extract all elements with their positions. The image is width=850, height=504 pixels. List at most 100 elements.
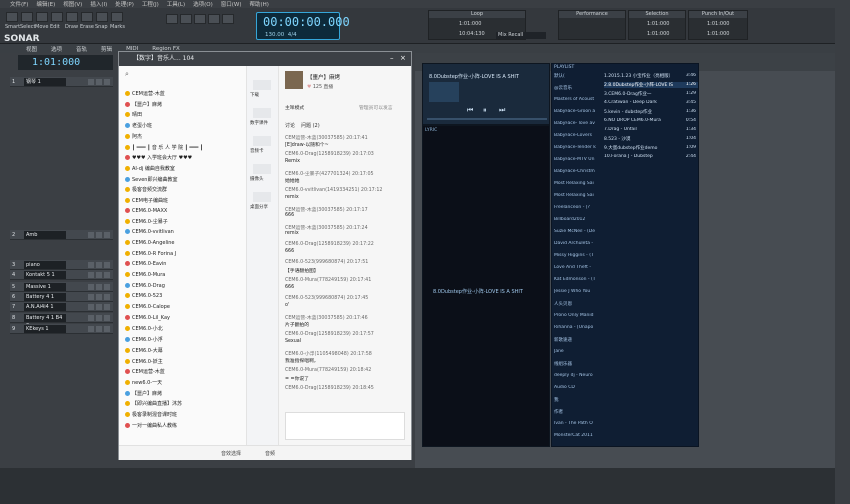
member-item[interactable]: CEM6.0-523 [125,293,162,299]
playlist-group[interactable]: Jane [554,349,600,354]
search-icon[interactable]: ⌕ [125,70,129,79]
menu-item[interactable]: 插入(I) [90,0,107,8]
playlist-track[interactable]: 5.kevin - dubstep作业 1:36 [604,109,698,115]
selection-start[interactable]: 1:01:000 [647,21,669,27]
member-item[interactable]: 极客录制混音课时班 [125,411,177,418]
side-tool-label[interactable]: 数字课件 [250,120,268,126]
track-button-m[interactable] [88,304,94,310]
playlist-group[interactable]: David Archuleta - [554,241,600,246]
punch-end[interactable]: 1:01:000 [707,31,729,37]
playlist-group[interactable]: Ivan - The Path O [554,421,600,426]
view-menu-item[interactable]: 视图 [26,45,37,53]
transport-button[interactable] [222,14,234,24]
track-row[interactable]: 7 A.N.Ai4i4 1 [10,302,113,312]
loop-start[interactable]: 1:01:000 [459,21,481,27]
transport-timecode[interactable]: 00:00:00.000 130.00 4/4 [256,12,350,40]
playlist-group[interactable]: Rihanna - [Unapo [554,325,600,330]
side-tool-icon[interactable] [253,136,271,146]
playlist-group[interactable]: Billboard2012 [554,217,600,222]
playlist-track[interactable]: 7.Drag - Unfail 1:34 [604,127,698,132]
playlist-group[interactable]: BabyFace-Lovers [554,133,600,138]
playlist-group[interactable]: Most Relaxing Sai [554,181,600,186]
track-name[interactable]: A.N.Ai4i4 1 [24,303,66,311]
track-button-m[interactable] [88,284,94,290]
track-button-m[interactable] [88,79,94,85]
track-button-s[interactable] [96,232,102,238]
transport-button[interactable] [194,14,206,24]
tab-questions[interactable]: 问题 (2) [301,122,320,129]
member-item[interactable]: CEM6.0-MAXX [125,207,167,214]
menu-item[interactable]: 工程(J) [142,0,159,8]
playlist-group[interactable]: Kat Edmonson - (T [554,277,600,282]
close-icon[interactable]: × [400,55,407,62]
seek-bar[interactable] [427,118,547,120]
side-tool-icon[interactable] [253,108,271,118]
avatar[interactable] [285,71,303,89]
playlist-track[interactable]: 3.CEM6.0-Drag作业一 1:29 [604,91,698,97]
playlist-group[interactable]: Suzie McNeil - (De [554,229,600,234]
minimize-icon[interactable]: – [390,55,397,62]
member-item[interactable]: 极客音频交流群 [125,186,167,193]
view-menu-item[interactable]: 音轨 [76,45,87,53]
playlist-group[interactable]: 默认( [554,73,600,79]
mode-label[interactable]: 主咩模式 [285,104,304,111]
track-button-r[interactable] [104,272,110,278]
member-item[interactable]: CEM6.0-R Forina J [125,250,176,257]
track-button-r[interactable] [104,304,110,310]
member-item[interactable]: 【即兴编曲直播】沐苏 [125,400,182,407]
menu-item[interactable]: 窗口(W) [221,0,242,8]
member-item[interactable]: CEM运营-木蓝 [125,90,165,97]
side-tool-label[interactable]: 音频卡 [250,148,264,154]
member-item[interactable]: AI-dj 编曲自我教室 [125,165,175,172]
playlist-group[interactable]: BabyFace-Groon a [554,109,600,114]
member-item[interactable]: CEM6.0-Lil_Kay [125,314,170,321]
loop-end[interactable]: 10:04:130 [459,31,485,37]
menu-item[interactable]: 编辑(E) [36,0,55,8]
side-tool-icon[interactable] [253,164,271,174]
track-name[interactable]: Battery 4 1 B4 2 [24,314,66,329]
message-input[interactable] [285,412,405,440]
track-name[interactable]: piano [24,261,66,269]
track-button-r[interactable] [104,294,110,300]
track-button-m[interactable] [88,262,94,268]
side-tool-icon[interactable] [253,80,271,90]
playlist-track[interactable]: 8.523 - 沙漠 1:04 [604,136,698,142]
track-row[interactable]: 8 Battery 4 1 B4 2 [10,313,113,329]
tool-button[interactable] [81,12,93,22]
menu-item[interactable]: 视图(V) [63,0,82,8]
view-menu-item[interactable]: 选项 [51,45,62,53]
playlist-group[interactable]: Freelanceon - [? [554,205,600,210]
member-item[interactable]: CEM6.0-Angeline [125,239,174,246]
track-row[interactable]: 1 钢琴 1 [10,77,113,87]
playlist-group[interactable]: Masters of Acoust [554,97,600,102]
mix-recall-select[interactable]: Mix Recall [496,32,546,39]
playlist-group[interactable]: Missy Higgins - (T [554,253,600,258]
track-button-s[interactable] [96,284,102,290]
side-tool-label[interactable]: 摄像头 [250,176,264,182]
punch-start[interactable]: 1:01:000 [707,21,729,27]
track-row[interactable]: 3 piano [10,260,113,270]
member-item[interactable]: CEM6.0-Drag [125,282,165,289]
menu-item[interactable]: 文件(F) [10,0,28,8]
member-item[interactable]: new6.0-一天 [125,379,162,386]
track-row[interactable]: 4 Kontakt 5 1 [10,270,113,280]
member-item[interactable]: CEM6.0-大幕 [125,347,163,354]
pause-icon[interactable]: ⏸ [483,106,487,115]
playlist-group[interactable]: BabyFace-Tender k [554,145,600,150]
tool-button[interactable] [51,12,63,22]
playlist-group[interactable]: 作者 [554,409,600,415]
playlist-group[interactable]: BabyFace- love av [554,121,600,126]
track-name[interactable]: Amb [24,231,66,239]
track-name[interactable]: 钢琴 1 [24,78,66,86]
track-row[interactable]: 5 Massive 1 [10,282,113,292]
member-item[interactable]: CEM电子编曲班 [125,197,168,204]
member-item[interactable]: 【噩户】麻烤 [125,390,162,397]
track-button-r[interactable] [104,284,110,290]
member-item[interactable]: CEM6.0-小北 [125,325,163,332]
playlist-track[interactable]: 2.8.0Dubstep作业-小阵-LOVE IS 1:26 [604,82,698,88]
playlist-group[interactable]: Love And Theft - [554,265,600,270]
playlist-track[interactable]: 9.大蛋dubstep作业demo 1:09 [604,145,698,151]
track-button-r[interactable] [104,232,110,238]
playlist-group[interactable]: @云音乐 [554,85,600,91]
track-button-r[interactable] [104,79,110,85]
